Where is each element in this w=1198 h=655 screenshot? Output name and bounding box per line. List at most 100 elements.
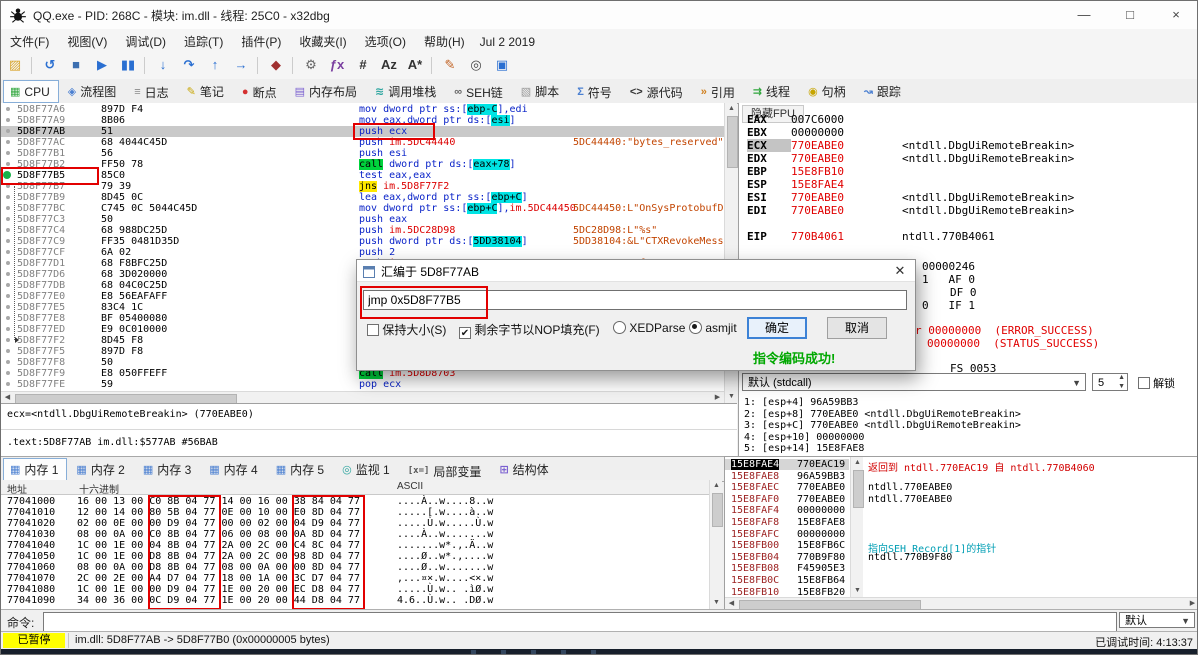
scroll-thumb[interactable] <box>739 600 921 609</box>
run-to-cursor-icon[interactable]: → <box>229 55 253 75</box>
stack-row[interactable]: 15E8FAF8 15E8FAE8 <box>725 517 849 528</box>
disasm-row[interactable]: 5D8F77C4 68 988DC25D push im.5DC28D98 5DC28… <box>1 225 724 236</box>
xedparse-radio[interactable]: XEDParse <box>613 321 685 335</box>
disasm-row[interactable]: 5D8F77B1 56 push esi <box>1 148 724 159</box>
stack-row[interactable]: 15E8FAF0 770EABE0 ntdll.770EABE0 <box>725 494 952 505</box>
menu-item[interactable]: 帮助(H) <box>415 29 474 50</box>
bottom-tab-memory-2[interactable]: ▦ 内存 2 <box>69 458 133 481</box>
disasm-row[interactable]: 5D8F77B9 8D45 0C lea eax,dword ptr ss:[ebp… <box>1 192 724 203</box>
menu-item[interactable]: 文件(F) <box>1 29 58 50</box>
command-profile-select[interactable]: 默认 ▼ <box>1119 612 1195 628</box>
tab-handles[interactable]: ◉ 句柄 <box>801 80 855 103</box>
tab-breakpoints[interactable]: ● 断点 <box>235 81 286 104</box>
checkbox-icon[interactable] <box>367 324 379 336</box>
bp-slot-icon[interactable] <box>6 272 10 276</box>
bp-slot-icon[interactable] <box>6 118 10 122</box>
register-row[interactable]: ECX 770EABE0 <ntdll.DbgUiRemoteBreakin> <box>747 139 1074 152</box>
bp-slot-icon[interactable] <box>6 239 10 243</box>
stack-row[interactable]: 15E8FAE8 96A59BB3 <box>725 471 849 482</box>
menu-item[interactable]: 选项(O) <box>356 29 415 50</box>
tab-memory-map[interactable]: ▤ 内存布局 <box>288 80 366 103</box>
scope-icon[interactable]: ◎ <box>464 55 488 75</box>
stack-row[interactable]: 15E8FAFC 00000000 <box>725 529 849 540</box>
step-out-icon[interactable]: ↑ <box>203 55 227 75</box>
step-into-icon[interactable]: ↓ <box>151 55 175 75</box>
bp-slot-icon[interactable] <box>6 349 10 353</box>
bp-slot-icon[interactable] <box>6 107 10 111</box>
bp-slot-icon[interactable] <box>6 206 10 210</box>
stack-row[interactable]: 15E8FB00 15E8FB6C 指向SEH_Record[1]的指针 <box>725 540 996 555</box>
register-row[interactable]: EBX 00000000 <box>747 126 844 139</box>
maximize-button[interactable]: □ <box>1107 1 1153 29</box>
scroll-thumb[interactable] <box>712 493 723 527</box>
radio-icon[interactable] <box>613 321 626 334</box>
register-row[interactable]: EBP 15E8FB10 <box>747 165 844 178</box>
bottom-tab-memory-3[interactable]: ▦ 内存 3 <box>136 458 200 481</box>
scroll-up-icon[interactable] <box>851 457 864 469</box>
checkbox-icon[interactable] <box>1138 377 1150 389</box>
pause-icon[interactable]: ▮▮ <box>116 55 140 75</box>
bp-slot-icon[interactable] <box>6 250 10 254</box>
scroll-thumb[interactable] <box>853 470 864 508</box>
stack-row[interactable]: 15E8FB0C 15E8FB64 <box>725 575 849 586</box>
tab-script[interactable]: ▧ 脚本 <box>514 80 568 103</box>
bottom-tab-memory-4[interactable]: ▦ 内存 4 <box>202 458 266 481</box>
trace-icon[interactable]: ◆ <box>264 55 288 75</box>
font-icon[interactable]: Az <box>377 55 401 75</box>
disasm-row[interactable]: 5D8F77B2 FF50 78 call dword ptr ds:[eax+78… <box>1 159 724 170</box>
scroll-down-icon[interactable] <box>710 597 723 609</box>
scroll-down-icon[interactable] <box>851 585 864 597</box>
calling-convention-select[interactable]: 默认 (stdcall) ▼ <box>742 373 1086 391</box>
tab-references[interactable]: » 引用 <box>694 81 744 104</box>
memory-vertical-scrollbar[interactable] <box>709 480 723 609</box>
register-row[interactable]: ESI 770EABE0 <ntdll.DbgUiRemoteBreakin> <box>747 191 1074 204</box>
register-row[interactable]: EDX 770EABE0 <ntdll.DbgUiRemoteBreakin> <box>747 152 1074 165</box>
bp-slot-icon[interactable] <box>6 129 10 133</box>
bp-slot-icon[interactable] <box>6 294 10 298</box>
bp-slot-icon[interactable] <box>6 338 10 342</box>
menu-item[interactable]: 视图(V) <box>58 29 116 50</box>
bp-slot-icon[interactable] <box>6 283 10 287</box>
bp-slot-icon[interactable] <box>6 327 10 331</box>
keep-size-checkbox[interactable]: 保持大小(S) <box>367 321 446 338</box>
stack-horizontal-scrollbar[interactable] <box>725 597 1197 609</box>
register-row[interactable]: ESP 15E8FAE4 <box>747 178 844 191</box>
tab-graph[interactable]: ◈ 流程图 <box>61 80 125 103</box>
argument-row[interactable]: 5: [esp+14] 15E8FAE8 <box>744 443 864 454</box>
minimize-button[interactable]: — <box>1061 1 1107 29</box>
disasm-row[interactable]: 5D8F77CF 6A 02 push 2 <box>1 247 724 258</box>
disasm-horizontal-scrollbar[interactable] <box>1 391 724 404</box>
stack-pane[interactable]: 15E8FAE4 770EAC19 返回到 ntdll.770EAC19 自 ntd… <box>724 456 1197 609</box>
argument-count-stepper[interactable]: 5 ▲ ▼ <box>1092 373 1128 391</box>
bp-slot-icon[interactable] <box>6 162 10 166</box>
disasm-row[interactable]: 5D8F77C9 FF35 0481D35D push dword ptr ds:[… <box>1 236 724 247</box>
tab-notes[interactable]: ✎ 笔记 <box>180 80 233 103</box>
scroll-down-icon[interactable] <box>725 391 738 403</box>
menu-item[interactable]: 收藏夹(I) <box>290 29 355 50</box>
disasm-row[interactable]: 5D8F77C3 50 push eax <box>1 214 724 225</box>
bottom-tab-memory-1[interactable]: ▦ 内存 1 <box>3 458 68 481</box>
register-row[interactable]: EAX 007C6000 <box>747 113 844 126</box>
open-folder-icon[interactable]: ▨ <box>3 55 27 75</box>
menu-item[interactable]: 调试(D) <box>116 29 175 50</box>
tab-log[interactable]: ≡ 日志 <box>127 81 177 104</box>
bp-slot-icon[interactable] <box>6 316 10 320</box>
register-row[interactable]: EIP 770B4061 ntdll.770B4061 <box>747 230 995 243</box>
memory-dump-pane[interactable]: 地址 十六进制 ASCII 77041000 16 00 13 00 C0 8B … <box>1 480 709 609</box>
tab-cpu[interactable]: ▦ CPU <box>3 80 59 103</box>
scroll-thumb[interactable] <box>727 116 738 168</box>
hash-icon[interactable]: # <box>351 55 375 75</box>
stop-icon[interactable]: ■ <box>64 55 88 75</box>
fx-icon[interactable]: ƒx <box>325 55 349 75</box>
argument-row[interactable]: 2: [esp+8] 770EABE0 <ntdll.DbgUiRemoteBr… <box>744 409 1021 420</box>
tab-symbols[interactable]: Σ 符号 <box>570 81 621 104</box>
tab-seh[interactable]: ∞ SEH链 <box>447 81 512 104</box>
menu-item[interactable]: 插件(P) <box>232 29 290 50</box>
restart-icon[interactable]: ↺ <box>38 55 62 75</box>
disasm-row[interactable]: 5D8F77A6 897D F4 mov dword ptr ss:[ebp-C],… <box>1 104 724 115</box>
close-button[interactable]: × <box>1153 1 1197 29</box>
bp-slot-icon[interactable] <box>6 140 10 144</box>
argument-row[interactable]: 1: [esp+4] 96A59BB3 <box>744 397 858 408</box>
disasm-row[interactable]: 5D8F77BC C745 0C 5044C45D mov dword ptr ss… <box>1 203 724 214</box>
bottom-tab-memory-5[interactable]: ▦ 内存 5 <box>269 458 333 481</box>
